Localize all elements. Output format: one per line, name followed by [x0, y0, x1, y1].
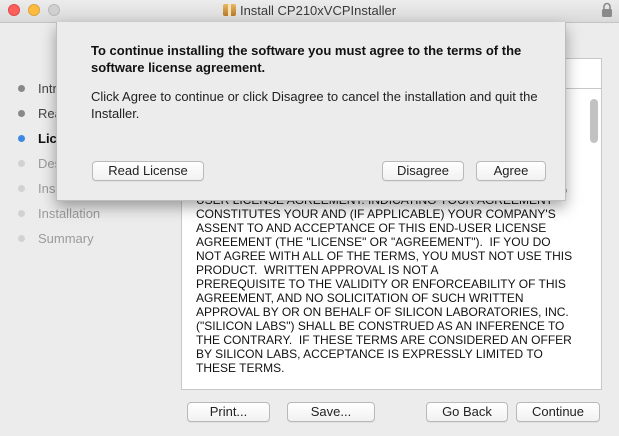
- title-bar[interactable]: Install CP210xVCPInstaller: [0, 0, 619, 23]
- step-label: Intr: [38, 81, 57, 96]
- step-dot: [18, 235, 25, 242]
- go-back-button[interactable]: Go Back: [426, 402, 508, 422]
- license-text: PRODUCT"), THE USE OF WHICH IS SUBJECT T…: [196, 179, 573, 375]
- lock-icon: [602, 2, 612, 17]
- license-scrollbar[interactable]: [590, 99, 598, 143]
- step-label: Installation: [38, 206, 101, 221]
- step-dot: [18, 85, 25, 92]
- step-dot-current: [18, 135, 25, 142]
- step-dot: [18, 185, 25, 192]
- step-label: Lic: [38, 131, 57, 146]
- license-agreement-sheet: To continue installing the software you …: [56, 22, 566, 201]
- installer-window: Install CP210xVCPInstaller Intr Rea Lic …: [0, 0, 619, 436]
- disagree-button[interactable]: Disagree: [382, 161, 464, 181]
- sheet-message: Click Agree to continue or click Disagre…: [91, 89, 538, 121]
- sheet-heading: To continue installing the software you …: [91, 43, 522, 75]
- agree-button[interactable]: Agree: [476, 161, 546, 181]
- print-button[interactable]: Print...: [187, 402, 270, 422]
- continue-button[interactable]: Continue: [516, 402, 600, 422]
- window-title-text: Install CP210xVCPInstaller: [239, 3, 397, 18]
- read-license-button[interactable]: Read License: [92, 161, 204, 181]
- save-button[interactable]: Save...: [287, 402, 375, 422]
- step-label: Summary: [38, 231, 94, 246]
- step-dot: [18, 160, 25, 167]
- step-summary: Summary: [18, 230, 178, 248]
- package-icon: [222, 4, 236, 16]
- window-title: Install CP210xVCPInstaller: [0, 3, 619, 18]
- step-installation: Installation: [18, 205, 178, 223]
- step-dot: [18, 210, 25, 217]
- step-dot: [18, 110, 25, 117]
- step-label: Ins: [38, 181, 56, 196]
